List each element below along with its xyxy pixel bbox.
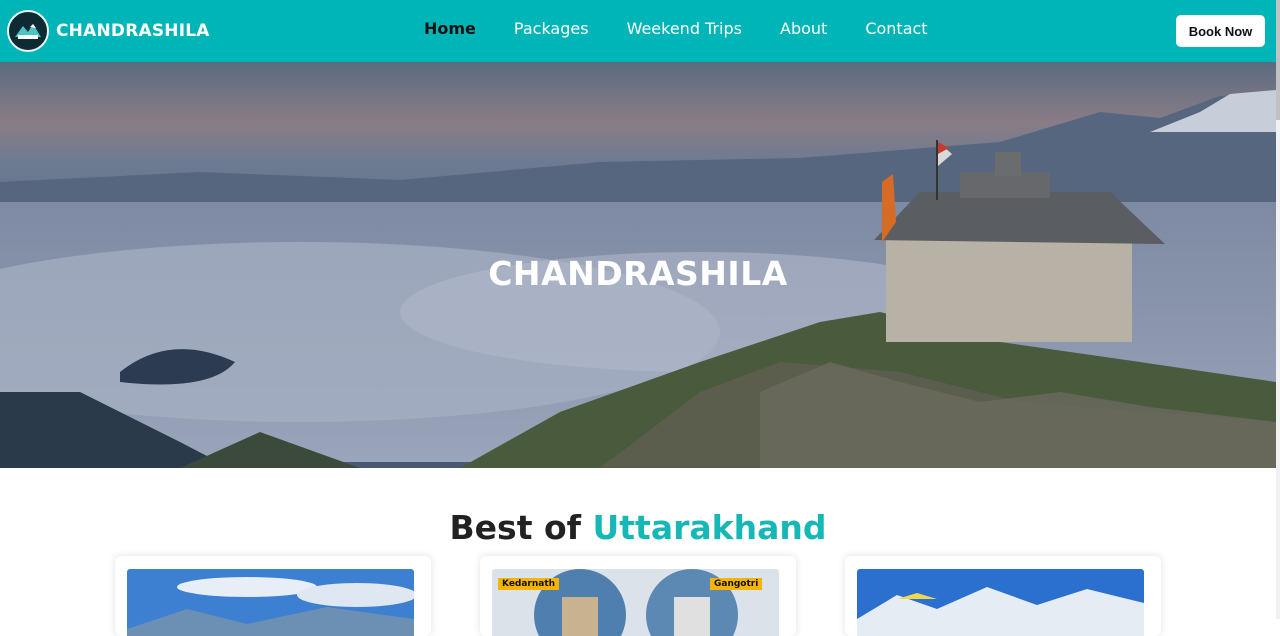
tag-label: Kedarnath — [498, 578, 560, 590]
nav-weekend-trips[interactable]: Weekend Trips — [627, 19, 742, 38]
mountain-compass-logo-icon — [7, 10, 49, 52]
package-image: Kedarnath Gangotri — [492, 569, 779, 636]
nav-packages[interactable]: Packages — [514, 19, 589, 38]
section-title: Best of Uttarakhand — [0, 508, 1276, 547]
book-now-button[interactable]: Book Now — [1176, 15, 1265, 47]
tag-label: Gangotri — [710, 578, 763, 590]
brand[interactable]: CHANDRASHILA — [7, 10, 210, 52]
main-nav: Home Packages Weekend Trips About Contac… — [424, 19, 966, 38]
section-title-accent: Uttarakhand — [592, 508, 827, 547]
hero-banner: CHANDRASHILA — [0, 62, 1276, 468]
package-card[interactable]: Kedarnath Gangotri — [480, 556, 796, 636]
scrollbar-thumb[interactable] — [1276, 0, 1280, 120]
nav-home[interactable]: Home — [424, 19, 476, 38]
top-navbar: CHANDRASHILA Home Packages Weekend Trips… — [0, 0, 1276, 62]
section-title-prefix: Best of — [449, 508, 581, 547]
hero-title: CHANDRASHILA — [488, 254, 788, 293]
brand-name: CHANDRASHILA — [56, 21, 210, 41]
package-image — [127, 569, 414, 636]
package-card[interactable] — [115, 556, 431, 636]
package-card[interactable] — [845, 556, 1161, 636]
nav-about[interactable]: About — [780, 19, 827, 38]
nav-contact[interactable]: Contact — [865, 19, 927, 38]
package-image — [857, 569, 1144, 636]
